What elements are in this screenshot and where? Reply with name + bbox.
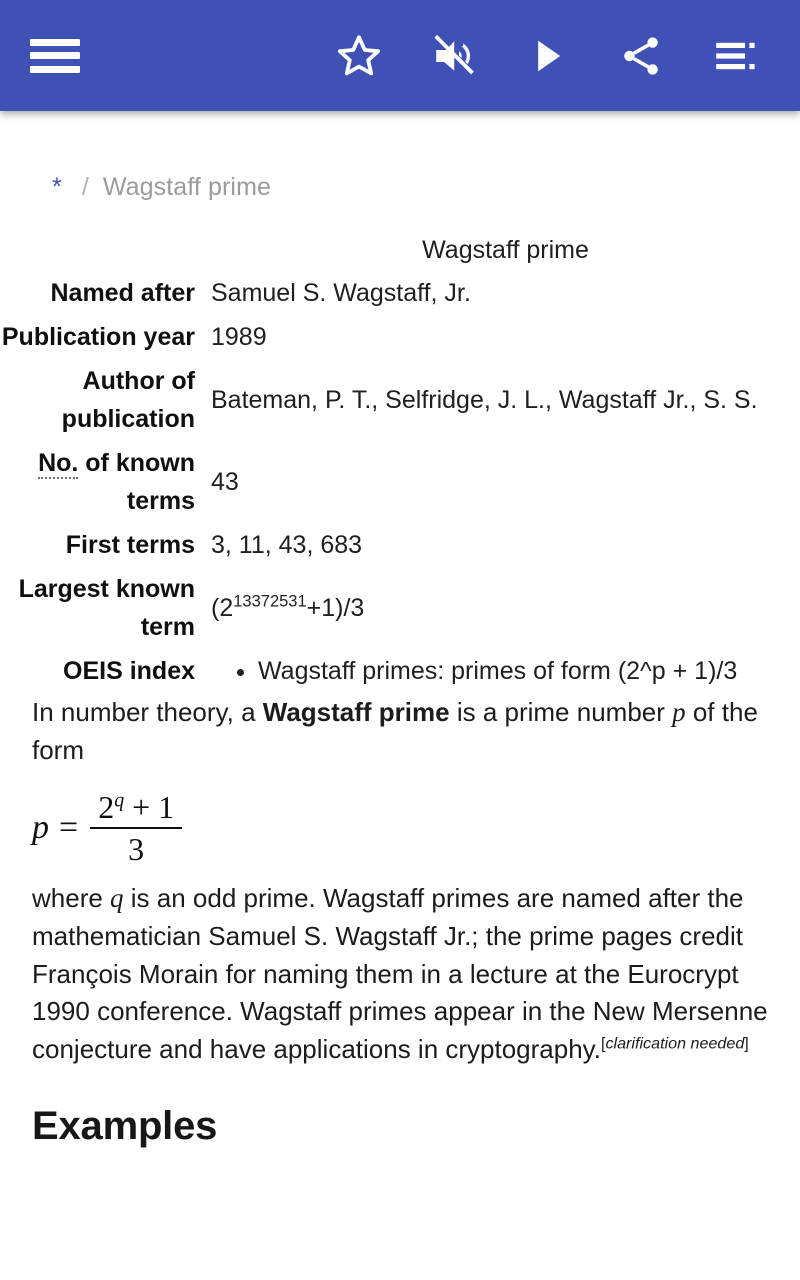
largest-term-suffix: +1)/3 <box>306 594 365 622</box>
section-heading-examples: Examples <box>32 1103 218 1148</box>
mute-button[interactable] <box>428 31 478 81</box>
formula-numerator: 2q + 1 <box>90 791 182 827</box>
hamburger-menu-icon[interactable] <box>30 38 80 73</box>
breadcrumb-home-link[interactable]: * <box>52 175 62 200</box>
body-variable-q: q <box>110 883 124 914</box>
breadcrumb-separator: / <box>81 173 89 201</box>
infobox-title: Wagstaff prime <box>422 236 589 264</box>
infobox-value-no-of-known-terms: 43 <box>211 468 239 496</box>
app-bar <box>0 0 800 111</box>
favorite-button[interactable] <box>334 31 384 81</box>
infobox-value-publication-year: 1989 <box>211 323 267 351</box>
article-page: * / Wagstaff prime Wagstaff prime Named … <box>0 111 800 1149</box>
largest-term-prefix: (2 <box>211 594 234 622</box>
intro-paragraph: In number theory, a Wagstaff prime is a … <box>32 693 770 769</box>
intro-text-2: is a prime number <box>449 697 673 727</box>
infobox: Wagstaff prime Named after Samuel S. Wag… <box>0 234 800 693</box>
volume-off-icon <box>429 32 477 80</box>
intro-variable-p: p <box>672 697 686 727</box>
table-row: OEIS index Wagstaff primes: primes of fo… <box>0 649 800 693</box>
formula-wagstaff-prime: p = 2q + 1 3 <box>32 791 183 868</box>
share-button[interactable] <box>616 31 666 81</box>
formula-lhs: p <box>32 809 49 847</box>
infobox-label-oeis-index: OEIS index <box>63 657 195 685</box>
infobox-label-publication-year: Publication year <box>1 323 195 351</box>
play-button[interactable] <box>522 31 572 81</box>
abbr-no: No. <box>38 449 79 479</box>
contents-button[interactable] <box>710 31 760 81</box>
table-row: Named after Samuel S. Wagstaff, Jr. <box>0 271 800 315</box>
formula-denominator: 3 <box>128 831 145 868</box>
infobox-label-no-of-known-terms: No. of known terms <box>0 441 211 523</box>
infobox-label-largest-known-term: Largest known term <box>18 575 195 641</box>
table-of-contents-icon <box>711 32 759 80</box>
infobox-value-oeis-index: Wagstaff primes: primes of form (2^p + 1… <box>211 649 800 693</box>
article-body-continued: where q is an odd prime. Wagstaff primes… <box>0 879 800 1068</box>
infobox-label-first-terms: First terms <box>65 531 195 559</box>
oeis-list: Wagstaff primes: primes of form (2^p + 1… <box>211 652 790 690</box>
hamburger-bar <box>30 65 80 73</box>
table-row: First terms 3, 11, 43, 683 <box>0 523 800 567</box>
clarification-needed-note[interactable]: [clarification needed] <box>601 1034 749 1052</box>
table-row: No. of known terms 43 <box>0 441 800 523</box>
formula-numerator-exponent: q <box>114 789 125 812</box>
body-text-1: where <box>32 883 111 914</box>
infobox-value-first-terms: 3, 11, 43, 683 <box>211 531 363 559</box>
hamburger-bar <box>30 38 80 46</box>
table-row: Largest known term (213372531+1)/3 <box>0 567 800 649</box>
app-bar-actions <box>334 31 774 81</box>
app-bar-left <box>30 38 80 73</box>
hamburger-bar <box>30 52 80 59</box>
infobox-label-author-of-publication: Author of publication <box>61 367 195 433</box>
table-row: Author of publication Bateman, P. T., Se… <box>0 359 800 441</box>
clarify-label: clarification needed <box>605 1033 745 1052</box>
list-item[interactable]: Wagstaff primes: primes of form (2^p + 1… <box>258 652 790 690</box>
largest-term-exponent: 13372531 <box>233 592 307 611</box>
share-icon <box>617 32 665 80</box>
infobox-title-row: Wagstaff prime <box>0 234 800 271</box>
breadcrumb: * / Wagstaff prime <box>0 111 800 202</box>
formula-block: p = 2q + 1 3 <box>0 769 800 879</box>
star-outline-icon <box>335 32 383 80</box>
breadcrumb-current: Wagstaff prime <box>102 173 272 201</box>
formula-numerator-rest: + 1 <box>124 789 175 826</box>
table-row: Publication year 1989 <box>0 315 800 359</box>
infobox-label-named-after: Named after <box>50 279 196 307</box>
formula-fraction: 2q + 1 3 <box>90 791 183 868</box>
intro-text-1: In number theory, a <box>32 697 263 727</box>
clarify-bracket-close: ] <box>744 1033 749 1052</box>
intro-term-bold: Wagstaff prime <box>262 697 450 727</box>
article-body: In number theory, a Wagstaff prime is a … <box>0 693 800 769</box>
infobox-value-author-of-publication: Bateman, P. T., Selfridge, J. L., Wagsta… <box>211 386 758 414</box>
formula-equals: = <box>59 809 79 847</box>
infobox-label-rest: of known terms <box>78 449 195 515</box>
infobox-value-named-after: Samuel S. Wagstaff, Jr. <box>211 279 471 307</box>
infobox-value-largest-known-term: (213372531+1)/3 <box>211 567 800 649</box>
body-paragraph: where q is an odd prime. Wagstaff primes… <box>32 879 770 1068</box>
formula-numerator-base: 2 <box>98 789 115 826</box>
play-icon <box>523 32 571 80</box>
